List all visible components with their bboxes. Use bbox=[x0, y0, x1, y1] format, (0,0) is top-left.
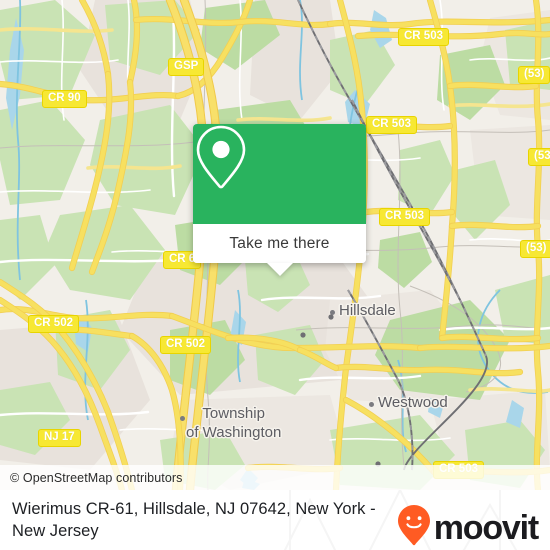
map-attribution-bar: © OpenStreetMap contributors bbox=[0, 465, 550, 490]
openstreetmap-attribution-text[interactable]: © OpenStreetMap contributors bbox=[10, 471, 183, 485]
popup-icon-area bbox=[193, 124, 366, 224]
moovit-logo[interactable]: moovit bbox=[397, 504, 539, 550]
road-shield[interactable]: CR 502 bbox=[160, 336, 211, 354]
road-shield[interactable]: (53) bbox=[518, 66, 550, 84]
place-label-westwood: Westwood bbox=[378, 394, 448, 411]
popup-tail bbox=[266, 263, 293, 276]
road-shield[interactable]: CR 503 bbox=[379, 208, 430, 226]
place-label-hillsdale: Hillsdale bbox=[339, 302, 396, 319]
road-shield[interactable]: (53) bbox=[528, 148, 550, 166]
road-shield[interactable]: CR 503 bbox=[398, 28, 449, 46]
screenshot-root: .park{fill:#c9e3b4} .parkd{fill:#bcdca3}… bbox=[0, 0, 550, 550]
popup-action-bar[interactable]: Take me there bbox=[193, 224, 366, 276]
map-canvas[interactable]: .park{fill:#c9e3b4} .parkd{fill:#bcdca3}… bbox=[0, 0, 550, 490]
road-shield[interactable]: CR 503 bbox=[366, 116, 417, 134]
township-line-1: Township bbox=[202, 405, 265, 422]
road-shield[interactable]: NJ 17 bbox=[38, 429, 81, 447]
location-popup-card[interactable]: Take me there bbox=[193, 124, 366, 276]
road-shield[interactable]: CR 502 bbox=[28, 315, 79, 333]
road-shield[interactable]: CR 90 bbox=[42, 90, 87, 108]
township-line-2: of Washington bbox=[186, 424, 282, 441]
take-me-there-button[interactable]: Take me there bbox=[229, 235, 329, 253]
place-dot bbox=[369, 402, 374, 407]
footer-bar: Wierimus CR-61, Hillsdale, NJ 07642, New… bbox=[0, 490, 550, 550]
road-shield[interactable]: GSP bbox=[168, 58, 205, 76]
road-shield[interactable]: (53) bbox=[520, 240, 550, 258]
place-dot bbox=[180, 416, 185, 421]
place-label-township-of-washington: Township of Washington bbox=[186, 404, 281, 442]
place-dot bbox=[330, 310, 335, 315]
location-title: Wierimus CR-61, Hillsdale, NJ 07642, New… bbox=[12, 500, 376, 540]
moovit-wordmark: moovit bbox=[433, 508, 539, 547]
moovit-smiley-pin-icon bbox=[397, 504, 431, 550]
